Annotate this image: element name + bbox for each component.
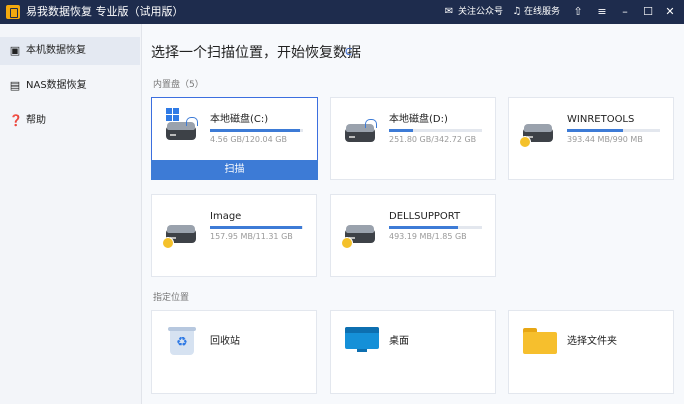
location-name: 回收站 bbox=[210, 336, 240, 347]
title-bar: 易我数据恢复 专业版（试用版） ✉ 关注公众号 ♫ 在线服务 ⇧ ≡ – ☐ ✕ bbox=[0, 0, 684, 24]
service-icon[interactable]: ♫ bbox=[511, 4, 523, 20]
online-service-link[interactable]: 在线服务 bbox=[524, 4, 560, 20]
drive-icon bbox=[345, 119, 379, 146]
sidebar-item-help[interactable]: ❓ 帮助 bbox=[0, 107, 140, 135]
location-card-choose-folder[interactable]: 选择文件夹 bbox=[508, 310, 674, 394]
warning-dot-icon bbox=[519, 136, 531, 148]
menu-icon[interactable]: ≡ bbox=[594, 4, 610, 20]
drive-size: 393.44 MB/990 MB bbox=[567, 135, 643, 144]
lock-icon bbox=[365, 119, 377, 128]
drive-icon bbox=[162, 223, 200, 249]
sidebar: ▣ 本机数据恢复 ▤ NAS数据恢复 ❓ 帮助 bbox=[0, 24, 141, 404]
drive-name: Image bbox=[210, 211, 242, 222]
app-logo-icon bbox=[6, 5, 20, 19]
desktop-icon bbox=[345, 327, 379, 353]
drive-card-dellsupport[interactable]: DELLSUPPORT 493.19 MB/1.85 GB bbox=[330, 194, 496, 277]
nas-icon: ▤ bbox=[9, 79, 21, 92]
drive-name: 本地磁盘(D:) bbox=[389, 114, 448, 125]
location-name: 桌面 bbox=[389, 336, 409, 347]
scan-button[interactable]: 扫描 bbox=[151, 160, 318, 180]
drive-name: WINRETOOLS bbox=[567, 114, 635, 125]
sidebar-item-label: 本机数据恢复 bbox=[26, 45, 86, 56]
usage-bar bbox=[567, 129, 660, 132]
usage-bar bbox=[210, 129, 303, 132]
drive-card-c[interactable]: 本地磁盘(C:) 4.56 GB/120.04 GB 扫描 bbox=[151, 97, 318, 180]
drive-card-winretools[interactable]: WINRETOOLS 393.44 MB/990 MB bbox=[508, 97, 674, 180]
main-panel: 选择一个扫描位置，开始恢复数据 C 内置盘（5） 本地磁盘(C:) 4.56 G… bbox=[142, 24, 684, 404]
sidebar-item-nas-recovery[interactable]: ▤ NAS数据恢复 bbox=[0, 72, 140, 100]
lock-icon bbox=[186, 117, 198, 126]
drive-size: 493.19 MB/1.85 GB bbox=[389, 232, 467, 241]
drives-section-label: 内置盘（5） bbox=[153, 80, 204, 90]
drive-size: 251.80 GB/342.72 GB bbox=[389, 135, 477, 144]
folder-icon bbox=[523, 328, 557, 354]
page-title: 选择一个扫描位置，开始恢复数据 bbox=[151, 45, 361, 61]
warning-dot-icon bbox=[162, 237, 174, 249]
sidebar-item-label: 帮助 bbox=[26, 115, 46, 126]
drive-icon bbox=[166, 117, 200, 144]
app-title: 易我数据恢复 专业版（试用版） bbox=[26, 5, 184, 18]
sidebar-item-label: NAS数据恢复 bbox=[26, 80, 87, 91]
follow-icon[interactable]: ✉ bbox=[443, 4, 455, 20]
drive-size: 157.95 MB/11.31 GB bbox=[210, 232, 293, 241]
drive-card-image[interactable]: Image 157.95 MB/11.31 GB bbox=[151, 194, 317, 277]
usage-bar bbox=[389, 226, 482, 229]
follow-account-link[interactable]: 关注公众号 bbox=[458, 4, 503, 20]
close-icon[interactable]: ✕ bbox=[662, 4, 678, 20]
drive-icon bbox=[341, 223, 379, 249]
drive-size: 4.56 GB/120.04 GB bbox=[210, 135, 287, 144]
drive-name: 本地磁盘(C:) bbox=[210, 114, 269, 125]
minimize-icon[interactable]: – bbox=[617, 4, 633, 20]
upload-icon[interactable]: ⇧ bbox=[570, 4, 586, 20]
drive-card-d[interactable]: 本地磁盘(D:) 251.80 GB/342.72 GB bbox=[330, 97, 496, 180]
location-card-desktop[interactable]: 桌面 bbox=[330, 310, 496, 394]
drive-name: DELLSUPPORT bbox=[389, 211, 461, 222]
usage-bar bbox=[210, 226, 303, 229]
drive-icon bbox=[519, 122, 557, 148]
usage-bar bbox=[389, 129, 482, 132]
location-card-recycle-bin[interactable]: ♻ 回收站 bbox=[151, 310, 317, 394]
location-name: 选择文件夹 bbox=[567, 336, 617, 347]
warning-dot-icon bbox=[341, 237, 353, 249]
computer-icon: ▣ bbox=[9, 44, 21, 57]
sidebar-item-local-recovery[interactable]: ▣ 本机数据恢复 bbox=[0, 37, 140, 65]
help-icon: ❓ bbox=[9, 114, 23, 127]
locations-section-label: 指定位置 bbox=[153, 293, 190, 303]
refresh-icon[interactable]: C bbox=[345, 47, 352, 59]
maximize-icon[interactable]: ☐ bbox=[640, 4, 656, 20]
recycle-bin-icon: ♻ bbox=[168, 327, 196, 355]
